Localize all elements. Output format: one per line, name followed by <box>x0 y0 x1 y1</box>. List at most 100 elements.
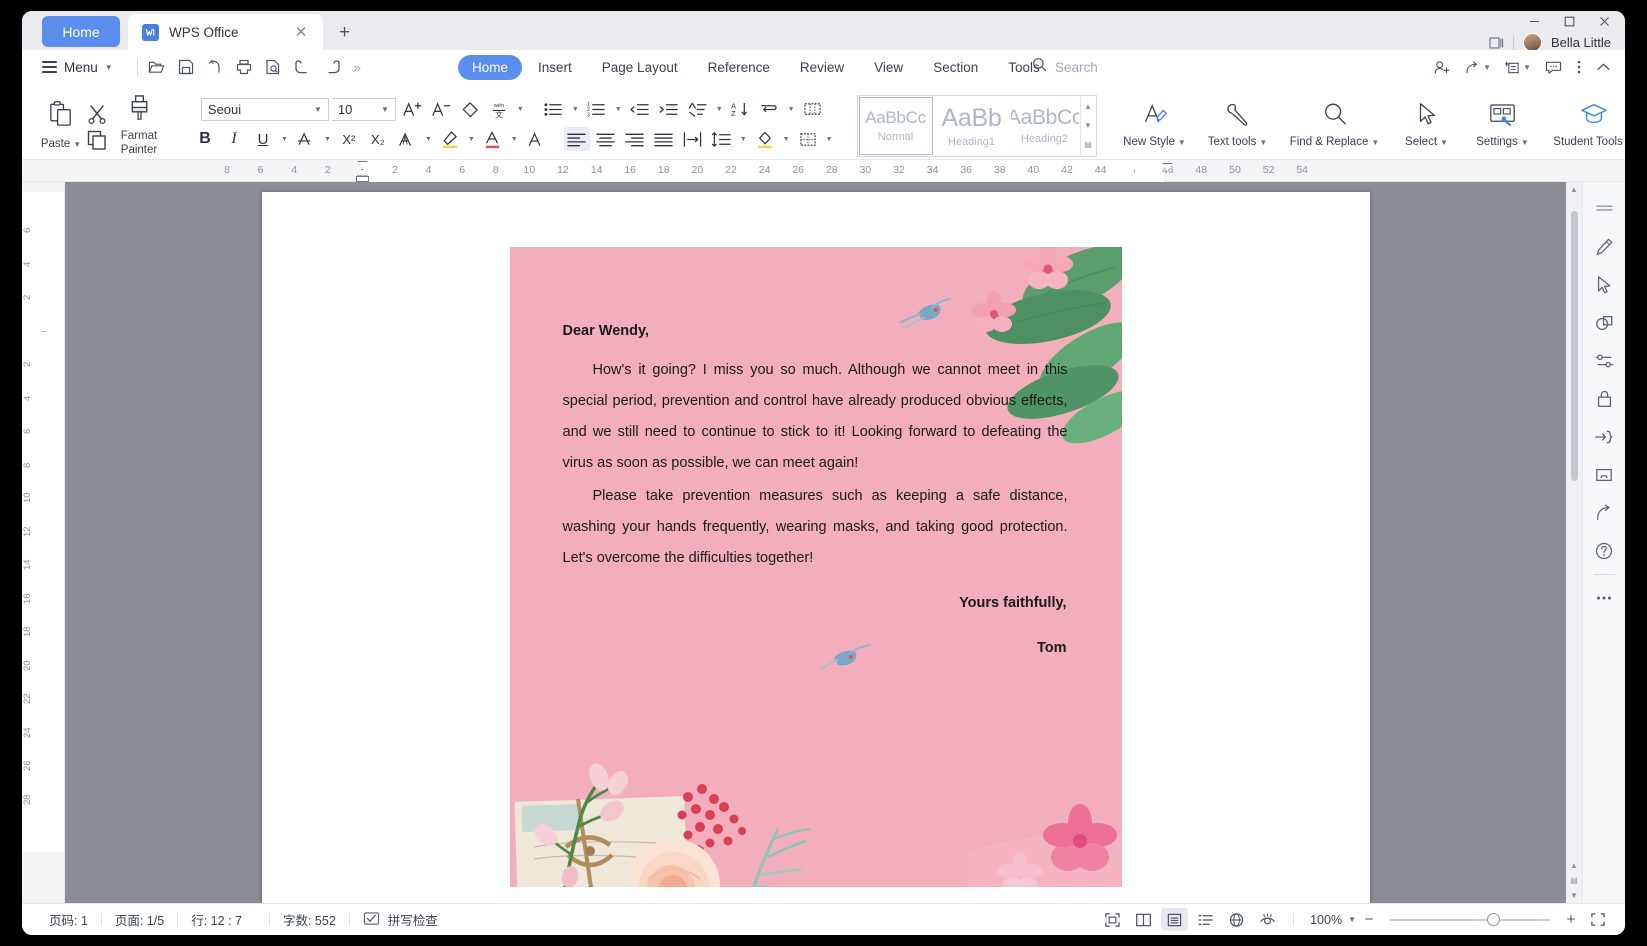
superscript-button[interactable]: X² <box>336 127 362 151</box>
style-normal[interactable]: AaBbCc Normal <box>858 96 933 155</box>
gallery-scroll-down-icon[interactable]: ▼ <box>1084 121 1092 130</box>
brace-arrow-icon[interactable] <box>1588 418 1620 456</box>
bullets-icon[interactable] <box>541 97 567 121</box>
horizontal-ruler[interactable]: 8 6 4 2 2 4 6 8 10 12 14 16 18 20 22 24 26 28 30 32 34 36 38 40… <box>22 159 1625 182</box>
two-page-view-button[interactable] <box>1130 908 1157 931</box>
strikethrough-button[interactable] <box>293 127 319 151</box>
search-input[interactable]: Search <box>1055 60 1098 75</box>
settings-button[interactable]: Settings ▼ <box>1469 96 1537 149</box>
more-dots-icon[interactable] <box>1588 579 1620 617</box>
gallery-scroll-up-icon[interactable]: ▲ <box>1084 102 1092 111</box>
hanging-indent-marker[interactable] <box>357 168 368 176</box>
chevron-down-icon[interactable]: ▼ <box>1348 915 1356 924</box>
scroll-page-marker-icon[interactable]: ▤ <box>1570 873 1578 888</box>
select-button[interactable]: Select ▼ <box>1396 96 1458 149</box>
panel-toggle-icon[interactable] <box>1489 36 1504 50</box>
home-tab[interactable]: Home <box>42 16 120 47</box>
document-tab[interactable]: WPS Office ✕ <box>128 14 323 50</box>
highlight-color-button[interactable] <box>437 127 463 151</box>
menu-button[interactable]: Menu ▼ <box>42 60 113 75</box>
username-label[interactable]: Bella Little <box>1551 35 1611 50</box>
font-color-button[interactable] <box>480 127 506 151</box>
paragraph-settings-icon[interactable] <box>800 97 826 121</box>
chevron-down-icon[interactable]: ▼ <box>714 106 725 113</box>
minimize-button[interactable] <box>1528 15 1541 30</box>
format-painter-button[interactable]: Farmat Painter <box>108 89 170 156</box>
zoom-level-label[interactable]: 100% <box>1310 913 1342 927</box>
clear-formatting-icon[interactable] <box>457 97 483 121</box>
increase-font-size-icon[interactable] <box>399 97 425 121</box>
chevron-down-icon[interactable]: ▼ <box>515 106 526 113</box>
align-left-button[interactable] <box>563 127 590 151</box>
decrease-indent-icon[interactable] <box>627 97 653 121</box>
justify-button[interactable] <box>651 127 677 151</box>
chevron-down-icon[interactable]: ▼ <box>781 136 792 143</box>
character-border-button[interactable] <box>523 127 549 151</box>
outline-view-button[interactable] <box>1192 908 1219 931</box>
vertical-scrollbar[interactable]: ▲ ▲ ▤ ▼ <box>1566 182 1582 903</box>
scrollbar-thumb[interactable] <box>1570 211 1578 481</box>
chevron-down-icon[interactable]: ▼ <box>423 136 434 143</box>
status-page-count[interactable]: 页面: 1/5 <box>102 910 177 929</box>
open-icon[interactable] <box>148 59 165 75</box>
redo-icon[interactable] <box>324 59 341 75</box>
tab-page-layout[interactable]: Page Layout <box>588 55 692 80</box>
tab-insert[interactable]: Insert <box>524 55 586 80</box>
pinyin-guide-icon[interactable]: wén 文 <box>486 97 512 121</box>
status-word-count[interactable]: 字数: 552 <box>270 910 349 929</box>
font-name-select[interactable]: Seoui ▼ <box>200 97 329 121</box>
more-icon[interactable]: » <box>354 60 361 75</box>
cursor-select-icon[interactable] <box>1588 266 1620 304</box>
increase-indent-icon[interactable] <box>656 97 682 121</box>
subscript-button[interactable]: X₂ <box>365 127 391 151</box>
style-heading2[interactable]: AaBbCc Heading2 <box>1011 97 1079 155</box>
status-line-column[interactable]: 行: 12 : 7 <box>178 910 255 929</box>
status-page-number[interactable]: 页码: 1 <box>36 910 101 929</box>
numbering-icon[interactable]: 123 <box>584 97 610 121</box>
decrease-font-size-icon[interactable] <box>428 97 454 121</box>
bold-button[interactable]: B <box>192 127 218 151</box>
more-options-icon[interactable] <box>1576 59 1582 75</box>
help-circle-icon[interactable] <box>1588 532 1620 570</box>
paste-button[interactable]: Paste ▼ <box>36 95 86 151</box>
text-effects-button[interactable] <box>394 127 420 151</box>
chevron-down-icon[interactable]: ▼ <box>786 106 797 113</box>
brush-icon[interactable] <box>1588 228 1620 266</box>
print-icon[interactable] <box>236 59 252 75</box>
shading-button[interactable] <box>752 127 778 151</box>
document-page[interactable]: Dear Wendy, How's it going? I miss you s… <box>261 192 1370 903</box>
print-preview-icon[interactable] <box>265 59 281 75</box>
chevron-down-icon[interactable]: ▼ <box>509 136 520 143</box>
frame-icon[interactable] <box>1588 456 1620 494</box>
menu-lines-icon[interactable] <box>1588 190 1620 228</box>
share-icon[interactable]: ▼ <box>1465 60 1491 75</box>
collapse-ribbon-icon[interactable] <box>1596 61 1611 74</box>
undo-icon[interactable] <box>294 59 311 75</box>
copy-icon[interactable] <box>86 129 108 151</box>
tab-home[interactable]: Home <box>458 54 523 80</box>
export-pdf-icon[interactable] <box>207 59 223 75</box>
student-tools-button[interactable]: Student Tools ▼ <box>1548 96 1626 149</box>
reading-eye-view-button[interactable] <box>1254 908 1281 931</box>
document-canvas[interactable]: Dear Wendy, How's it going? I miss you s… <box>65 182 1566 903</box>
font-size-select[interactable]: 10 ▼ <box>331 97 396 121</box>
line-spacing-button[interactable] <box>709 127 735 151</box>
vertical-ruler[interactable]: 6 4 2 2 4 6 8 10 12 14 16 18 20 22 24 26 28 <box>22 182 65 903</box>
tab-view[interactable]: View <box>860 55 917 80</box>
zoom-slider[interactable] <box>1390 912 1550 927</box>
sort-icon[interactable]: AZ <box>728 97 754 121</box>
borders-button[interactable] <box>795 127 821 151</box>
first-line-indent-marker[interactable] <box>357 160 368 168</box>
zoom-in-button[interactable]: + <box>1562 911 1580 928</box>
scissors-icon[interactable] <box>86 103 108 125</box>
shapes-icon[interactable] <box>1588 304 1620 342</box>
underline-button[interactable]: U <box>250 127 276 151</box>
tab-reference[interactable]: Reference <box>694 55 784 80</box>
distribute-button[interactable] <box>680 127 706 151</box>
find-replace-button[interactable]: Find & Replace ▼ <box>1285 96 1385 149</box>
add-user-icon[interactable] <box>1434 60 1451 75</box>
new-note-icon[interactable]: ▼ <box>1505 60 1531 75</box>
adjust-sliders-icon[interactable] <box>1588 342 1620 380</box>
save-icon[interactable] <box>178 59 194 75</box>
scroll-down-icon[interactable]: ▼ <box>1570 888 1578 903</box>
